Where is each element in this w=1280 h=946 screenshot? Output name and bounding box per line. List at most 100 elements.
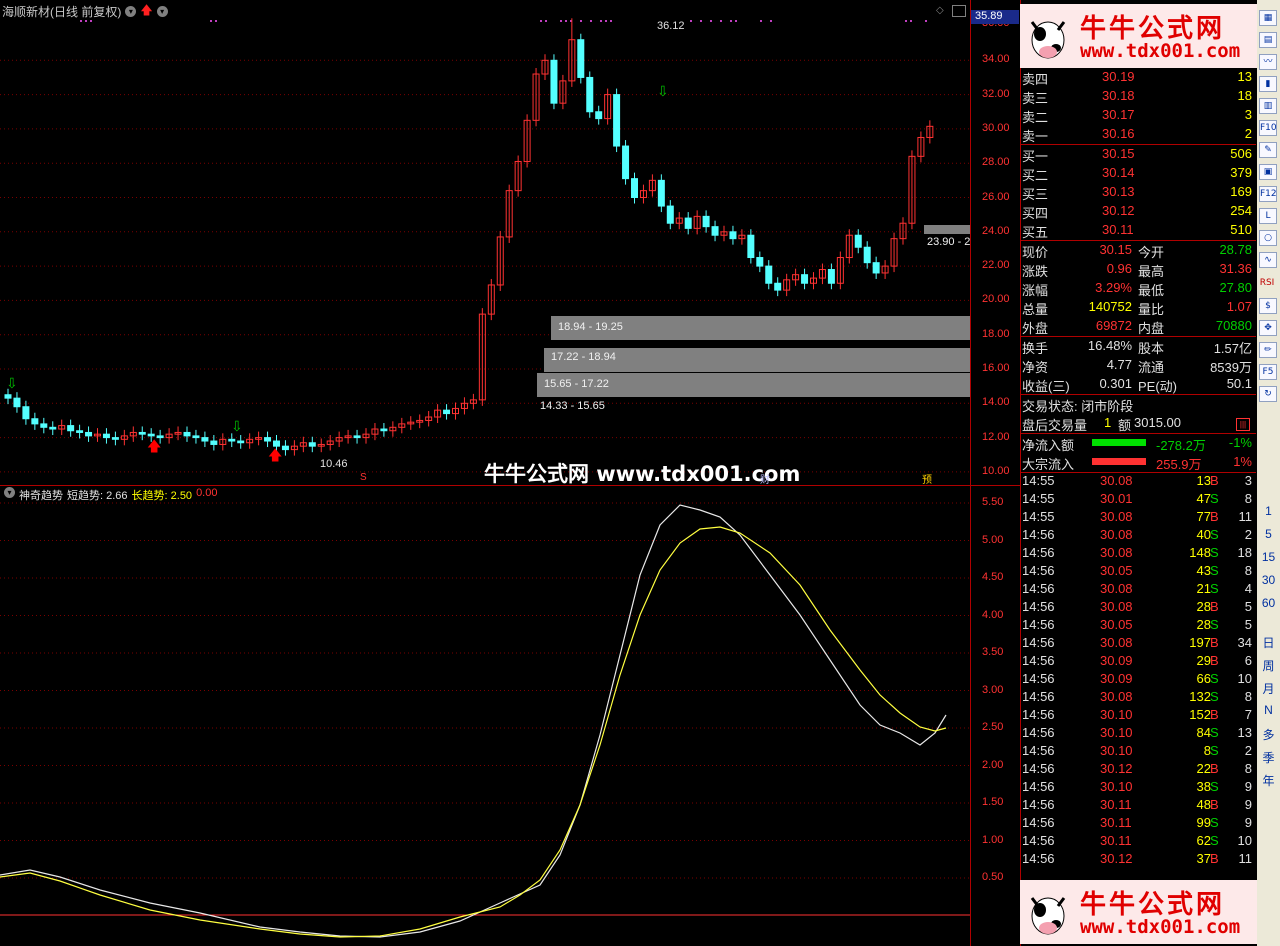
period-button-4[interactable]: 60 (1257, 596, 1280, 610)
signal-dot (590, 20, 592, 22)
tick-time: 14:56 (1022, 761, 1055, 776)
indicator-name: 神奇趋势 (19, 490, 63, 502)
period-button-11[interactable]: 年 (1257, 772, 1280, 789)
tick-side: B (1210, 509, 1219, 524)
candle-down (40, 423, 48, 428)
tick-row: 14:55 30.08 13 B 3 (1020, 473, 1256, 491)
pencil-icon[interactable]: ✏ (1259, 342, 1277, 358)
price-tick-label: 16.00 (982, 362, 1010, 374)
indicator-tick-label: 1.00 (982, 833, 1004, 846)
tick-volume: 21 (1196, 581, 1211, 596)
bid-volume: 169 (1230, 184, 1252, 199)
candle-down (863, 246, 871, 264)
dollar-icon[interactable]: $ (1259, 298, 1277, 314)
period-button-5[interactable]: 日 (1257, 634, 1280, 651)
signal-dot (90, 20, 92, 22)
flow-label: 大宗流入 (1022, 457, 1075, 472)
tick-price: 30.11 (1100, 833, 1132, 848)
signal-dot (600, 20, 602, 22)
tick-price: 30.08 (1100, 527, 1133, 542)
period-button-9[interactable]: 多 (1257, 726, 1280, 743)
candle-down (237, 440, 245, 444)
tick-volume: 148 (1189, 545, 1211, 560)
period-button-7[interactable]: 月 (1257, 680, 1280, 697)
candle-down (613, 94, 621, 147)
candle-down (183, 431, 191, 437)
signal-dot (85, 20, 87, 22)
option-dropdown-icon[interactable]: ▾ (156, 5, 168, 17)
candle-down (22, 406, 30, 420)
expand-icon[interactable]: ||| (1236, 418, 1250, 431)
f10-icon[interactable]: F10 (1259, 120, 1277, 136)
diamond-icon[interactable]: ◇ (936, 5, 944, 16)
chip-band-label: 18.94 - 19.25 (558, 321, 623, 333)
order-book: 卖四 30.19 13 卖三 30.18 18 卖二 30.17 3 卖一 30.16 2 买一 30.… (1020, 68, 1256, 869)
f5-icon[interactable]: F5 (1259, 364, 1277, 380)
bottom-marker-yu: 预 (922, 475, 932, 486)
period-button-1[interactable]: 5 (1257, 527, 1280, 541)
tick-volume: 13 (1196, 473, 1211, 488)
bid-price: 30.11 (1102, 222, 1134, 237)
bar-chart-icon[interactable]: ▥ (1259, 98, 1277, 114)
tick-volume: 84 (1196, 725, 1211, 740)
candle-down (273, 440, 280, 447)
tick-count: 6 (1244, 653, 1252, 668)
ask-volume: 3 (1244, 107, 1252, 122)
bid-row: 买二 30.14 379 (1020, 164, 1256, 183)
signal-dot (565, 20, 567, 22)
period-button-6[interactable]: 周 (1257, 657, 1280, 674)
bid-price: 30.12 (1102, 203, 1135, 218)
period-button-3[interactable]: 30 (1257, 573, 1280, 587)
tick-side: S (1210, 671, 1219, 686)
candle-down (550, 59, 558, 104)
f12-icon[interactable]: F12 (1259, 186, 1277, 202)
tick-side: B (1210, 851, 1219, 866)
window-toggle-icon[interactable] (952, 5, 966, 17)
candle-chart-icon[interactable]: ▮ (1259, 76, 1277, 92)
signal-dot (770, 20, 772, 22)
signal-dot (910, 20, 912, 22)
tick-time: 14:56 (1022, 833, 1055, 848)
ask-volume: 2 (1244, 126, 1252, 141)
tick-count: 10 (1237, 833, 1252, 848)
tick-count: 2 (1244, 743, 1252, 758)
tick-list[interactable]: 14:55 30.08 13 B 3 14:55 30.01 47 S 8 14:55 30.08 77… (1020, 473, 1256, 869)
settings-circle-icon[interactable]: ▾ (4, 487, 15, 498)
indicator-chart[interactable] (0, 485, 970, 946)
candlestick-chart[interactable]: ⇩ ⇩ ⇩ 🡅 🡅 (0, 0, 970, 485)
tick-time: 14:56 (1022, 617, 1055, 632)
watermark-text: 牛牛公式网 www.tdx001.com (484, 462, 801, 486)
period-button-10[interactable]: 季 (1257, 749, 1280, 766)
tick-volume: 37 (1196, 851, 1211, 866)
wave-icon[interactable]: ∿ (1259, 252, 1277, 268)
tick-row: 14:56 30.08 40 S 2 (1020, 527, 1256, 545)
circle-icon[interactable]: ○ (1259, 230, 1277, 246)
level2-icon[interactable]: L (1259, 208, 1277, 224)
move-icon[interactable]: ✥ (1259, 320, 1277, 336)
period-button-0[interactable]: 1 (1257, 504, 1280, 518)
candle-down (49, 426, 57, 430)
period-button-8[interactable]: N (1257, 703, 1280, 717)
tick-count: 2 (1244, 527, 1252, 542)
low-price-annotation: 10.46 (320, 458, 348, 470)
line-chart-icon[interactable]: 〰 (1259, 54, 1277, 70)
tick-volume: 40 (1196, 527, 1211, 542)
signal-dot (560, 20, 562, 22)
indicator-title-bar: ▾ 神奇趋势 短趋势: 2.66 长趋势: 2.50 0.00 (4, 487, 217, 503)
refresh-icon[interactable]: ↻ (1259, 386, 1277, 402)
rsi-icon[interactable]: RSI (1259, 276, 1275, 290)
period-button-2[interactable]: 15 (1257, 550, 1280, 564)
high-price-annotation: 36.12 (657, 20, 685, 32)
tick-time: 14:56 (1022, 815, 1055, 830)
candle-down (595, 111, 603, 120)
current-price-tag: 35.89 (971, 10, 1019, 24)
brand-logo-bottom: 牛牛公式网 www.tdx001.com (1020, 880, 1277, 944)
quote-panel-icon[interactable]: ▦ (1259, 10, 1277, 26)
tick-count: 10 (1237, 671, 1252, 686)
notes-icon[interactable]: ✎ (1259, 142, 1277, 158)
tick-side: B (1210, 599, 1219, 614)
grid-table-icon[interactable]: ▤ (1259, 32, 1277, 48)
report-icon[interactable]: ▣ (1259, 164, 1277, 180)
price-tick-label: 30.00 (982, 121, 1010, 134)
title-dropdown-icon[interactable]: ▾ (125, 5, 137, 17)
